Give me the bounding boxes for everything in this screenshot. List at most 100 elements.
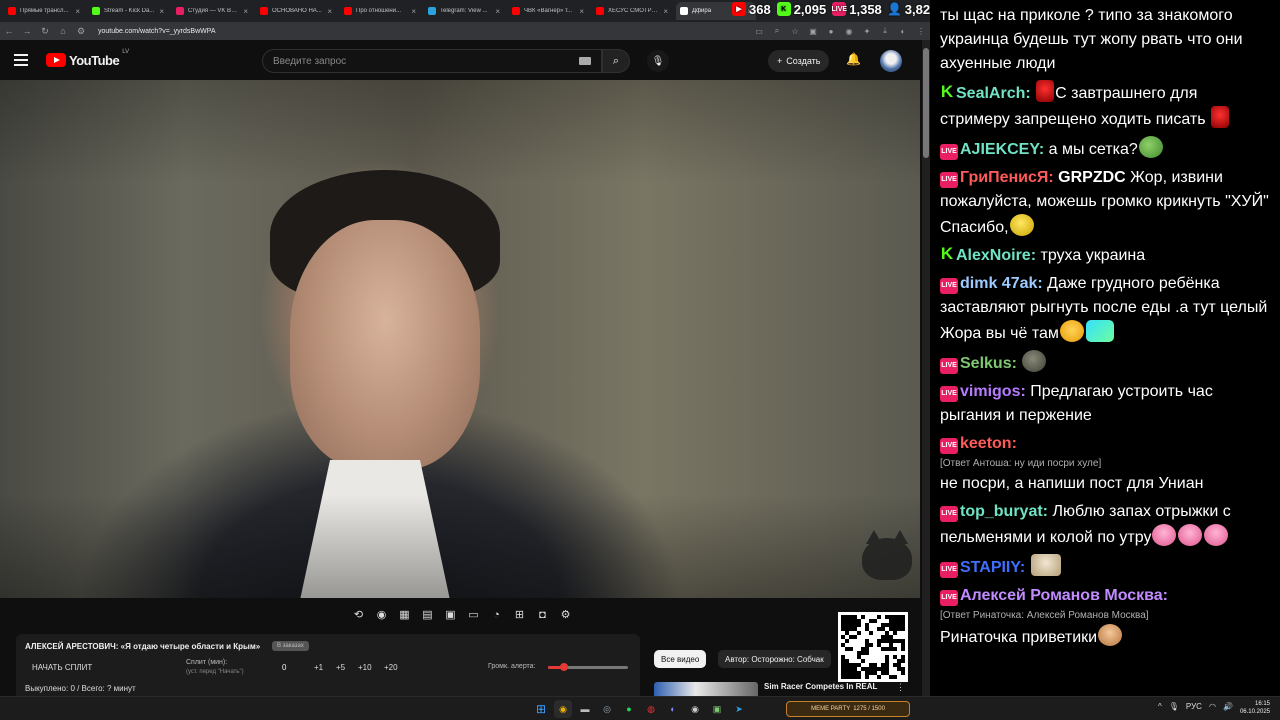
tab-close-icon[interactable]: × — [579, 7, 584, 16]
game-progress-widget[interactable]: MEME PARTY 1275 / 1500 — [786, 701, 910, 717]
browser-tab[interactable]: Прямые трансл... × — [4, 2, 84, 20]
file-explorer-icon[interactable]: ▬ — [576, 700, 594, 718]
chat-username[interactable]: Selkus: — [960, 355, 1017, 372]
add-5-button[interactable]: +5 — [336, 663, 345, 672]
browser-tab[interactable]: ЧВК «Вагнер» т... × — [508, 2, 588, 20]
windows-start-icon[interactable]: ⊞ — [532, 700, 550, 718]
tab-close-icon[interactable]: × — [495, 7, 500, 16]
mic-icon[interactable]: 🎙 — [1169, 702, 1179, 711]
browser-tab[interactable]: Telegram: View ... × — [424, 2, 504, 20]
download-icon[interactable]: ⤓ — [876, 22, 894, 40]
search-input[interactable]: Введите запрос — [262, 49, 602, 73]
menu-kebab-icon[interactable]: ⋮ — [912, 22, 930, 40]
tab-close-icon[interactable]: × — [75, 7, 80, 16]
add-box-icon[interactable]: ⊞ — [511, 606, 528, 623]
chat-username[interactable]: ГриПенисЯ: — [960, 169, 1054, 186]
chat-username[interactable]: keeton: — [960, 435, 1017, 452]
profile-icon[interactable]: ◐ — [894, 22, 912, 40]
theater-icon[interactable]: ▭ — [465, 606, 482, 623]
hamburger-menu-icon[interactable] — [14, 54, 34, 66]
tab-favicon-icon — [512, 7, 520, 15]
clapper-icon[interactable]: ▤ — [419, 606, 436, 623]
extension-icon[interactable]: ● — [822, 22, 840, 40]
site-info-icon[interactable]: ⚙ — [72, 22, 90, 40]
chat-username[interactable]: AJIEKCEY: — [960, 141, 1044, 158]
app-icon[interactable]: ▣ — [708, 700, 726, 718]
notifications-bell-icon[interactable]: 🔔 — [846, 52, 861, 66]
recommended-thumbnail[interactable] — [654, 682, 758, 696]
cast-icon[interactable]: ▭ — [750, 22, 768, 40]
audio-wave-icon[interactable]: ◉ — [373, 606, 390, 623]
chat-message: LIVE Selkus: — [940, 350, 1280, 376]
screenshot-icon[interactable]: ▦ — [396, 606, 413, 623]
video-player[interactable] — [0, 80, 920, 598]
obs-icon[interactable]: ◉ — [686, 700, 704, 718]
language-indicator[interactable]: РУС — [1186, 702, 1202, 711]
chrome-icon[interactable]: ◉ — [554, 700, 572, 718]
tab-close-icon[interactable]: × — [663, 7, 668, 16]
page-scrollbar[interactable] — [922, 40, 930, 696]
alert-volume-slider[interactable] — [548, 663, 628, 671]
more-options-icon[interactable]: ⋮ — [896, 682, 905, 693]
chat-username[interactable]: SealArch: — [956, 85, 1031, 102]
chevron-up-icon[interactable]: ^ — [1158, 702, 1162, 711]
youtube-logo[interactable]: YouTube LV — [46, 49, 129, 68]
tab-close-icon[interactable]: × — [243, 7, 248, 16]
browser-tab[interactable]: Студия — VK Ви... × — [172, 2, 252, 20]
chip-all-videos[interactable]: Все видео — [654, 650, 707, 668]
volume-knob[interactable] — [560, 663, 568, 671]
clock[interactable]: 16:15 06.10.2025 — [1240, 700, 1270, 716]
loop-icon[interactable]: ⟲ — [350, 606, 367, 623]
recommended-title[interactable]: Sim Racer Competes In REAL — [764, 682, 877, 691]
scrollbar-thumb[interactable] — [923, 48, 929, 158]
back-icon[interactable]: ← — [0, 22, 18, 40]
settings-gear-icon[interactable]: ⚙ — [557, 606, 574, 623]
chat-username[interactable]: Алексей Романов Москва: — [960, 587, 1168, 604]
spotify-icon[interactable]: ● — [620, 700, 638, 718]
chip-author[interactable]: Автор: Осторожно: Собчак — [718, 650, 831, 668]
bookmark-star-icon[interactable]: ☆ — [786, 22, 804, 40]
chat-username[interactable]: top_buryat: — [960, 503, 1048, 520]
tab-close-icon[interactable]: × — [159, 7, 164, 16]
pip-icon[interactable]: ▣ — [442, 606, 459, 623]
add-1-button[interactable]: +1 — [314, 663, 323, 672]
split-minutes-value[interactable]: 0 — [282, 663, 286, 672]
browser-tab[interactable]: Stream - Kick Da... × — [88, 2, 168, 20]
chat-username[interactable]: vimigos: — [960, 383, 1026, 400]
windows-taskbar: ⊞ ◉ ▬ ◎ ● ◍ ◐ ◉ ▣ ➤ MEME PARTY 1275 / 15… — [0, 696, 1280, 720]
wifi-icon[interactable]: ◠ — [1209, 702, 1216, 711]
chat-message: LIVE AJIEKCEY: а мы сетка? — [940, 136, 1280, 162]
browser-tab[interactable]: Про отношени... × — [340, 2, 420, 20]
chat-username[interactable]: AlexNoire: — [956, 247, 1036, 264]
extensions-puzzle-icon[interactable]: ✦ — [858, 22, 876, 40]
reload-icon[interactable]: ↻ — [36, 22, 54, 40]
extension-icon[interactable]: ▣ — [804, 22, 822, 40]
forward-icon[interactable]: → — [18, 22, 36, 40]
url-field[interactable]: youtube.com/watch?v=_yyrdsBwWPA — [98, 28, 750, 35]
add-20-button[interactable]: +20 — [384, 663, 398, 672]
avatar[interactable] — [880, 50, 902, 72]
keyboard-icon[interactable] — [579, 57, 591, 65]
red-emote-icon — [1036, 80, 1055, 102]
chat-username[interactable]: STAPIIY: — [960, 559, 1025, 576]
search-button[interactable]: ⌕ — [602, 49, 630, 73]
camera-icon[interactable]: ◘ — [534, 606, 551, 623]
tab-close-icon[interactable]: × — [411, 7, 416, 16]
speed-gauge-icon[interactable]: ◔ — [488, 606, 505, 623]
browser-tab[interactable]: ОСНОВАНО НА... × — [256, 2, 336, 20]
app-icon[interactable]: ◍ — [642, 700, 660, 718]
volume-icon[interactable]: 🔊 — [1223, 702, 1233, 711]
create-button[interactable]: + Создать — [768, 50, 830, 72]
steam-icon[interactable]: ◎ — [598, 700, 616, 718]
home-icon[interactable]: ⌂ — [54, 22, 72, 40]
voice-search-button[interactable]: 🎙 — [647, 50, 669, 72]
extension-icon[interactable]: ◉ — [840, 22, 858, 40]
chat-username[interactable]: dimk 47ak: — [960, 275, 1043, 292]
zoom-icon[interactable]: ⌕ — [768, 22, 786, 40]
add-10-button[interactable]: +10 — [358, 663, 372, 672]
discord-icon[interactable]: ◐ — [664, 700, 682, 718]
tab-close-icon[interactable]: × — [327, 7, 332, 16]
browser-tab[interactable]: ХЕСУС СМОТРИ... × — [592, 2, 672, 20]
telegram-icon[interactable]: ➤ — [730, 700, 748, 718]
start-split-button[interactable]: НАЧАТЬ СПЛИТ — [32, 663, 92, 672]
